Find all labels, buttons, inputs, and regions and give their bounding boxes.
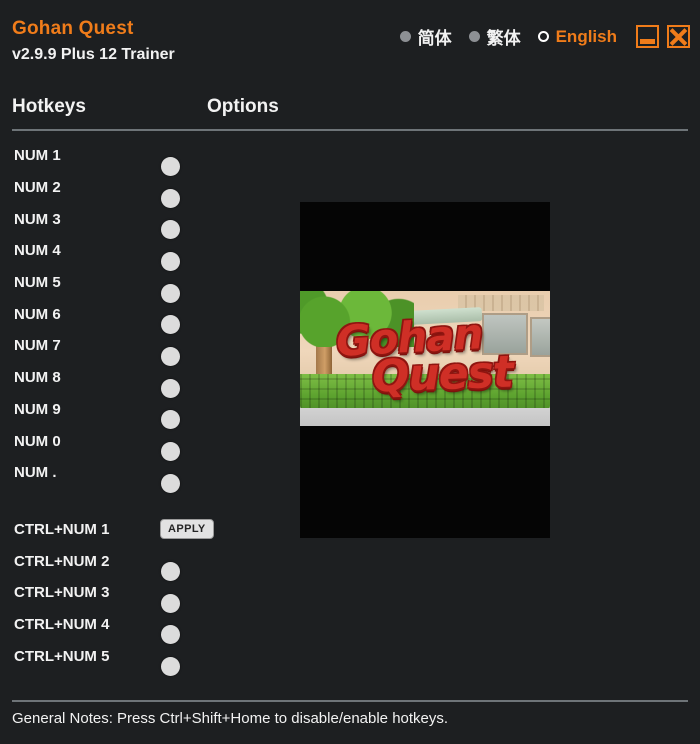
apply-button-wrap: APPLY	[160, 519, 214, 540]
hotkey-label: NUM 5	[14, 274, 61, 292]
hotkey-row: NUM 5	[0, 267, 290, 303]
row-spacer	[0, 489, 290, 514]
language-option-english[interactable]: English	[537, 26, 617, 47]
header-divider	[12, 129, 688, 131]
hotkey-label: NUM 6	[14, 305, 61, 323]
language-option-simplified[interactable]: 简体	[399, 24, 452, 49]
hotkey-row: NUM 4	[0, 235, 290, 271]
language-label: English	[555, 26, 617, 46]
hotkey-label: CTRL+NUM 3	[14, 584, 110, 602]
minimize-icon[interactable]	[636, 25, 659, 48]
window-controls	[636, 25, 690, 48]
radio-icon[interactable]	[399, 31, 411, 42]
hotkey-row: NUM 2	[0, 172, 290, 208]
hotkey-row: CTRL+NUM 4	[0, 609, 290, 645]
hotkey-label: NUM 7	[14, 337, 61, 355]
hotkey-list: NUM 1 NUM 2 NUM 3 NUM 4 NUM 5 NUM 6 NUM …	[0, 140, 290, 677]
hotkey-row: NUM 8	[0, 362, 290, 398]
hotkey-row: NUM 0	[0, 425, 290, 462]
hotkey-row: CTRL+NUM 1 APPLY	[0, 514, 290, 546]
hotkey-row: CTRL+NUM 2	[0, 545, 290, 582]
toggle-knob	[161, 657, 180, 677]
trainer-window: Gohan Quest v2.9.9 Plus 12 Trainer 简体 繁体…	[0, 0, 700, 744]
game-cover-art: Gohan Quest	[300, 202, 550, 538]
hotkey-label: NUM 9	[14, 400, 61, 418]
language-label: 简体	[417, 29, 452, 48]
apply-button[interactable]: APPLY	[160, 519, 214, 540]
radio-selected-icon[interactable]	[537, 31, 549, 42]
hotkey-row: NUM .	[0, 457, 290, 493]
hotkey-row: NUM 6	[0, 298, 290, 335]
game-banner: Gohan Quest	[300, 291, 550, 426]
column-headers: Hotkeys Options	[0, 96, 700, 130]
page-title: Gohan Quest	[12, 18, 134, 39]
hotkey-label: CTRL+NUM 1	[14, 520, 110, 538]
language-option-traditional[interactable]: 繁体	[468, 24, 521, 49]
trainer-version: v2.9.9 Plus 12 Trainer	[12, 46, 175, 63]
hotkey-row: CTRL+NUM 5	[0, 640, 290, 677]
hotkey-label: NUM 8	[14, 369, 61, 387]
hotkey-row: CTRL+NUM 3	[0, 577, 290, 613]
close-icon[interactable]	[667, 25, 690, 48]
window-header: Gohan Quest v2.9.9 Plus 12 Trainer 简体 繁体…	[0, 0, 700, 92]
column-header-hotkeys: Hotkeys	[12, 96, 86, 117]
hotkey-row: NUM 1	[0, 140, 290, 176]
hotkey-label: NUM 2	[14, 179, 61, 197]
hotkey-row: NUM 9	[0, 394, 290, 430]
hotkey-label: NUM 0	[14, 432, 61, 450]
hotkey-label: NUM 3	[14, 210, 61, 228]
hotkey-label: NUM 4	[14, 242, 61, 260]
language-label: 繁体	[486, 29, 521, 48]
game-logo: Gohan Quest	[300, 291, 550, 426]
minimize-bar	[640, 39, 655, 44]
general-notes: General Notes: Press Ctrl+Shift+Home to …	[12, 710, 449, 727]
hotkey-label: CTRL+NUM 2	[14, 552, 110, 570]
game-logo-line-2: Quest	[371, 346, 514, 403]
hotkey-label: CTRL+NUM 5	[14, 647, 110, 665]
hotkey-row: NUM 3	[0, 203, 290, 240]
title-block: Gohan Quest v2.9.9 Plus 12 Trainer	[12, 18, 175, 66]
hotkey-label: NUM 1	[14, 147, 61, 165]
footer-divider	[12, 700, 688, 702]
hotkey-label: CTRL+NUM 4	[14, 615, 110, 633]
radio-icon[interactable]	[468, 31, 480, 42]
hotkey-row: NUM 7	[0, 330, 290, 366]
hotkey-label: NUM .	[14, 464, 57, 482]
language-selector: 简体 繁体 English	[399, 24, 690, 49]
column-header-options: Options	[207, 96, 279, 117]
